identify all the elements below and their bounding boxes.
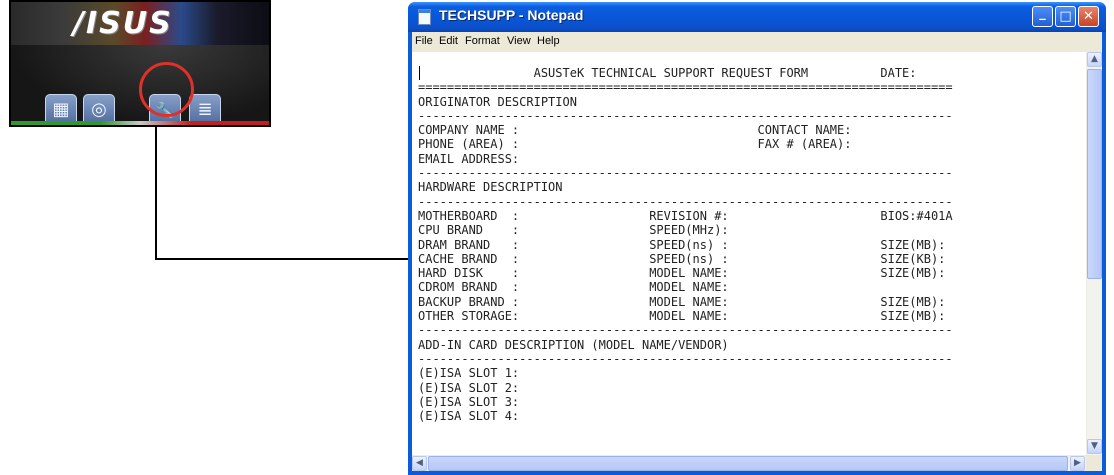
document-line: BACKUP BRAND : MODEL NAME: SIZE(MB): [418,294,946,309]
menu-help[interactable]: Help [537,35,560,47]
notepad-window: TECHSUPP - Notepad _ □ ✕ File Edit Forma… [408,2,1106,475]
text-editor-area[interactable]: ASUSTeK TECHNICAL SUPPORT REQUEST FORM D… [412,52,1102,471]
calculator-icon: ▦ [52,99,70,120]
menu-file[interactable]: File [415,35,433,47]
arrow-up-icon: ▲ [1091,54,1098,64]
vertical-scrollbar[interactable]: ▲ ▼ [1086,52,1102,455]
scroll-down-button[interactable]: ▼ [1087,439,1102,454]
text-caret [419,66,420,80]
asus-banner: /ISUS [11,2,269,45]
disc-icon: ◎ [91,99,107,120]
maximize-icon: □ [1059,9,1072,24]
scroll-up-button[interactable]: ▲ [1087,52,1102,67]
title-bar[interactable]: TECHSUPP - Notepad _ □ ✕ [408,2,1106,32]
asus-autorun-panel: /ISUS ▦ ◎ 🔧 ≣ [9,0,271,127]
document-line: HARDWARE DESCRIPTION [418,180,563,195]
color-strip [11,121,269,125]
arrow-left-icon: ◀ [416,458,423,468]
document-icon: ≣ [197,99,213,120]
document-line: ----------------------------------------… [418,194,953,209]
document-line: HARD DISK : MODEL NAME: SIZE(MB): [418,266,946,281]
document-line: COMPANY NAME : CONTACT NAME: [418,123,852,138]
menu-format[interactable]: Format [465,35,500,47]
document-line: ORIGINATOR DESCRIPTION [418,94,577,109]
document-line: EMAIL ADDRESS: [418,151,520,166]
document-line: ----------------------------------------… [418,351,953,366]
connector-line-vertical [155,127,157,260]
document-line: ASUSTeK TECHNICAL SUPPORT REQUEST FORM D… [418,66,917,80]
document-line: CACHE BRAND : SPEED(ns) : SIZE(KB): [418,251,946,266]
arrow-right-icon: ▶ [1074,458,1081,468]
document-line: CPU BRAND : SPEED(MHz): [418,223,729,238]
highlight-circle [139,62,194,117]
document-line: CDROM BRAND : MODEL NAME: [418,280,729,295]
horizontal-scroll-thumb[interactable] [428,456,1068,471]
arrow-down-icon: ▼ [1091,441,1098,451]
notepad-icon [418,9,431,25]
close-icon: ✕ [1083,9,1094,24]
scroll-right-button[interactable]: ▶ [1070,456,1085,471]
document-line: (E)ISA SLOT 4: [418,409,520,424]
document-line: ----------------------------------------… [418,323,953,338]
document-line: MOTHERBOARD : REVISION #: BIOS:#401A [418,208,953,223]
menu-edit[interactable]: Edit [439,35,458,47]
document-line: ========================================… [418,80,953,95]
window-title: TECHSUPP - Notepad [439,7,584,23]
document-line: (E)ISA SLOT 3: [418,394,520,409]
close-button[interactable]: ✕ [1078,6,1099,27]
menu-bar: File Edit Format View Help [412,32,1102,52]
document-line: (E)ISA SLOT 1: [418,366,520,381]
menu-view[interactable]: View [507,35,531,47]
connector-line-horizontal [155,258,408,260]
maximize-button[interactable]: □ [1055,6,1076,27]
document-line: ADD-IN CARD DESCRIPTION (MODEL NAME/VEND… [418,337,729,352]
document-line: (E)ISA SLOT 2: [418,380,520,395]
resize-grip[interactable] [1086,455,1102,471]
vertical-scroll-thumb[interactable] [1087,69,1102,279]
document-line: PHONE (AREA) : FAX # (AREA): [418,137,852,152]
minimize-button[interactable]: _ [1032,6,1053,27]
document-text[interactable]: ASUSTeK TECHNICAL SUPPORT REQUEST FORM D… [418,66,953,423]
document-line: ----------------------------------------… [418,166,953,181]
document-line: DRAM BRAND : SPEED(ns) : SIZE(MB): [418,237,946,252]
scroll-left-button[interactable]: ◀ [412,456,427,471]
document-line: ----------------------------------------… [418,108,953,123]
document-line: OTHER STORAGE: MODEL NAME: SIZE(MB): [418,309,946,324]
asus-logo: /ISUS [73,6,173,41]
minimize-icon: _ [1039,6,1046,21]
horizontal-scrollbar[interactable]: ◀ ▶ [412,455,1086,471]
